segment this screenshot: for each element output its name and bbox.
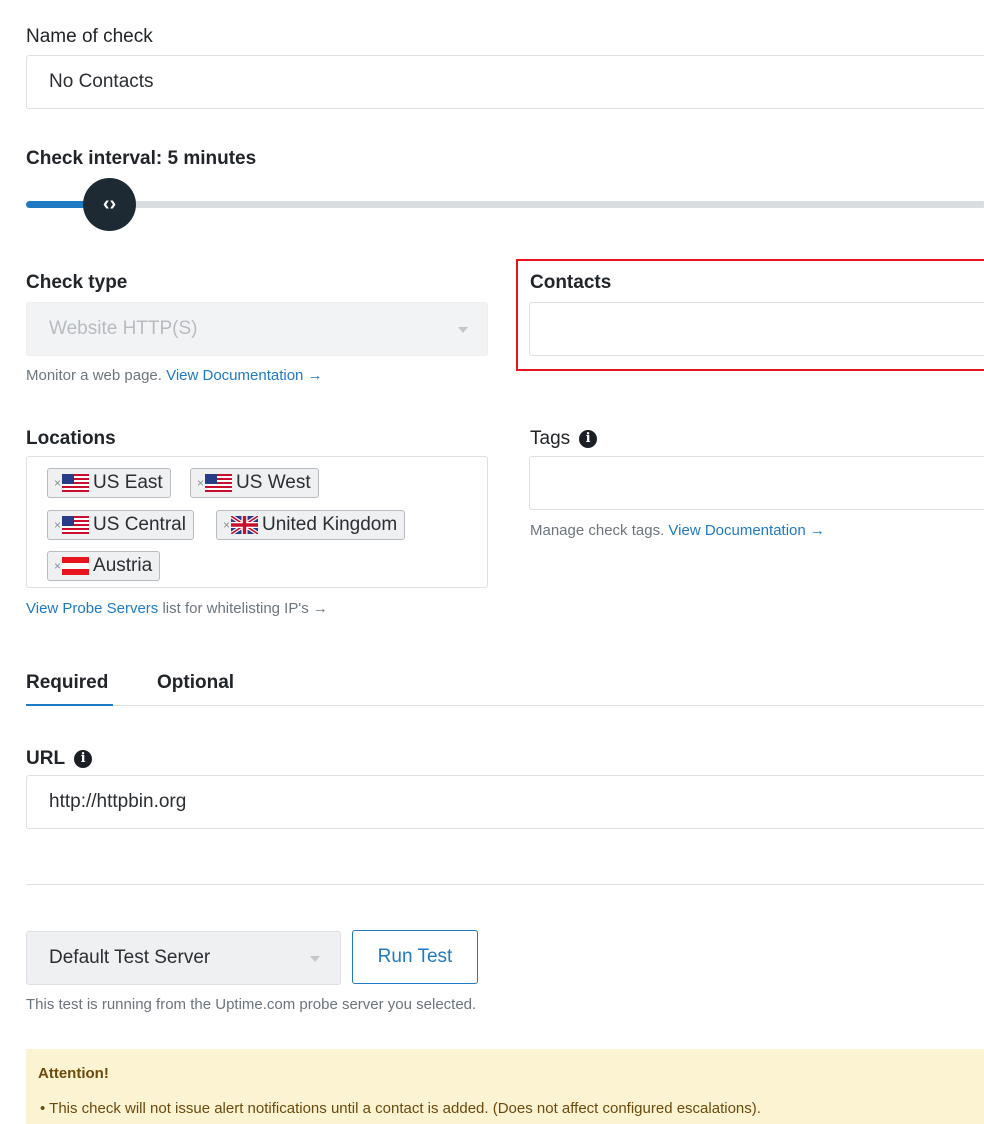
chevron-down-icon	[458, 327, 468, 333]
tags-label-row: Tags i	[530, 428, 598, 450]
contacts-label: Contacts	[530, 272, 612, 293]
url-label-row: URL i	[26, 748, 93, 770]
tags-help: Manage check tags. View Documentation →	[530, 522, 825, 539]
us-flag-icon	[205, 474, 233, 492]
alert-item: • This check will not issue alert notifi…	[40, 1100, 761, 1117]
uk-flag-icon	[231, 516, 259, 534]
remove-icon[interactable]: ×	[223, 518, 230, 532]
location-chip-label: US Central	[93, 514, 186, 535]
us-flag-icon	[62, 474, 90, 492]
location-chip-label: US East	[93, 472, 163, 493]
check-type-value: Website HTTP(S)	[49, 318, 198, 339]
tab-optional[interactable]: Optional	[157, 672, 234, 694]
url-label: URL	[26, 748, 66, 769]
remove-icon[interactable]: ×	[54, 559, 61, 573]
name-of-check-label: Name of check	[26, 26, 153, 47]
tabs-divider	[26, 705, 984, 706]
location-chip: × US West	[190, 468, 319, 498]
remove-icon[interactable]: ×	[54, 518, 61, 532]
info-icon[interactable]: i	[579, 430, 598, 448]
active-tab-indicator	[26, 704, 113, 706]
check-interval-label: Check interval: 5 minutes	[26, 148, 257, 169]
locations-help: View Probe Servers list for whitelisting…	[26, 600, 328, 617]
check-type-label: Check type	[26, 272, 128, 293]
check-type-help: Monitor a web page. View Documentation →	[26, 367, 323, 384]
tab-required[interactable]: Required	[26, 672, 108, 694]
location-chip: × United Kingdom	[216, 510, 406, 540]
attention-alert: Attention! • This check will not issue a…	[26, 1049, 984, 1124]
tags-help-text: Manage check tags.	[530, 522, 665, 539]
remove-icon[interactable]: ×	[54, 476, 61, 490]
alert-title: Attention!	[38, 1065, 109, 1082]
alert-item-text: This check will not issue alert notifica…	[49, 1100, 761, 1117]
interval-slider-track[interactable]	[26, 201, 984, 208]
url-input[interactable]: http://httpbin.org	[26, 775, 984, 829]
check-type-select: Website HTTP(S)	[26, 302, 488, 356]
location-chip-label: Austria	[93, 555, 153, 576]
remove-icon[interactable]: ×	[197, 476, 204, 490]
chevron-down-icon	[310, 956, 320, 962]
run-test-button[interactable]: Run Test	[352, 930, 478, 984]
info-icon[interactable]: i	[74, 750, 93, 768]
contacts-input[interactable]	[529, 302, 984, 356]
locations-help-text: list for whitelisting IP's →	[158, 600, 328, 617]
check-type-help-text: Monitor a web page.	[26, 367, 162, 384]
tags-input[interactable]	[529, 456, 984, 510]
test-server-select[interactable]: Default Test Server	[26, 931, 341, 985]
check-type-doc-link[interactable]: View Documentation →	[166, 367, 322, 384]
name-of-check-input[interactable]: No Contacts	[26, 55, 984, 109]
interval-slider-handle[interactable]: ‹›	[83, 178, 136, 231]
location-chip-label: US West	[236, 472, 311, 493]
austria-flag-icon	[62, 557, 90, 575]
tags-label: Tags	[530, 428, 571, 449]
locations-label: Locations	[26, 428, 116, 449]
section-divider	[26, 884, 984, 885]
location-chip: × Austria	[47, 551, 161, 581]
chevrons-icon: ‹›	[102, 193, 117, 215]
location-chip: × US East	[47, 468, 171, 498]
location-chip-label: United Kingdom	[262, 514, 398, 535]
us-flag-icon	[62, 516, 90, 534]
test-server-value: Default Test Server	[49, 947, 211, 968]
tags-doc-link[interactable]: View Documentation →	[668, 522, 824, 539]
test-help: This test is running from the Uptime.com…	[26, 996, 477, 1013]
location-chip: × US Central	[47, 510, 194, 540]
view-probe-servers-link[interactable]: View Probe Servers	[26, 600, 158, 617]
